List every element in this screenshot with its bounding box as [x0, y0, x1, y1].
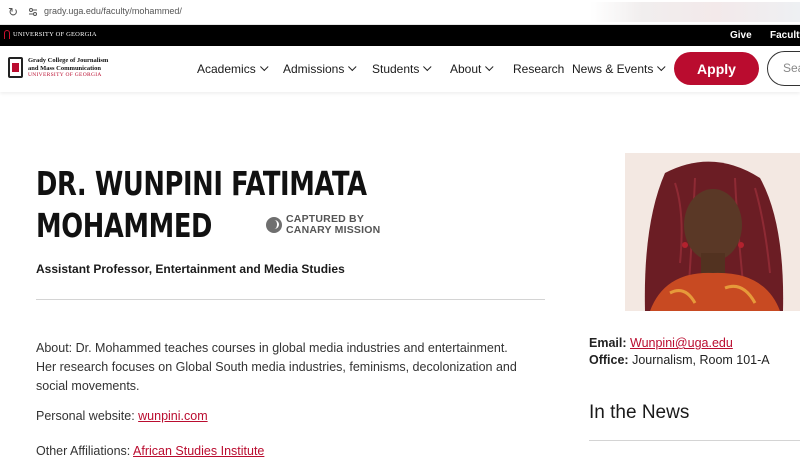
about-text: About: Dr. Mohammed teaches courses in g… [36, 341, 517, 393]
grady-logo[interactable]: Grady College of Journalism and Mass Com… [8, 57, 108, 80]
site-info-icon[interactable] [28, 7, 38, 17]
personal-website-row: Personal website: wunpini.com [36, 409, 208, 423]
chevron-down-icon [657, 62, 666, 72]
in-the-news-heading: In the News [589, 402, 690, 423]
uga-logo[interactable]: UNIVERSITY OF GEORGIA [4, 30, 97, 39]
chevron-down-icon [485, 62, 494, 72]
email-row: Email: Wunpini@uga.edu [589, 336, 733, 350]
reload-icon[interactable]: ↻ [8, 5, 18, 19]
uga-arch-icon [4, 30, 10, 39]
nav-admissions[interactable]: Admissions [283, 62, 357, 76]
personal-website-link[interactable]: wunpini.com [138, 409, 207, 423]
browser-address-bar: ↻ grady.uga.edu/faculty/mohammed/ [0, 0, 800, 25]
faculty-link[interactable]: Faculty [770, 30, 800, 41]
divider [589, 440, 800, 441]
nav-research[interactable]: Research [513, 62, 564, 76]
affiliation-link[interactable]: African Studies Institute [133, 444, 264, 458]
canary-mission-icon [266, 217, 282, 233]
grady-shield-icon [8, 57, 23, 78]
profile-photo [625, 153, 800, 311]
url-text[interactable]: grady.uga.edu/faculty/mohammed/ [44, 6, 182, 16]
nav-students[interactable]: Students [372, 62, 432, 76]
job-title: Assistant Professor, Entertainment and M… [36, 262, 345, 276]
blurred-extensions-area [590, 2, 800, 22]
university-bar: UNIVERSITY OF GEORGIA Give Faculty [0, 25, 800, 46]
give-link[interactable]: Give [730, 30, 752, 41]
office-row: Office: Journalism, Room 101-A [589, 353, 770, 367]
chevron-down-icon [423, 62, 432, 72]
canary-mission-badge: CAPTURED BY CANARY MISSION [266, 214, 380, 236]
chevron-down-icon [259, 62, 269, 72]
nav-news-events[interactable]: News & Events [572, 62, 666, 76]
office-location: Journalism, Room 101-A [632, 353, 770, 367]
nav-about[interactable]: About [450, 62, 494, 76]
chevron-down-icon [348, 62, 357, 72]
affiliations-row: Other Affiliations: African Studies Inst… [36, 444, 265, 458]
search-input[interactable]: Sea [767, 51, 800, 86]
uga-logo-text: UNIVERSITY OF GEORGIA [13, 31, 97, 38]
search-placeholder: Sea [783, 61, 800, 75]
nav-academics[interactable]: Academics [197, 62, 269, 76]
email-link[interactable]: Wunpini@uga.edu [630, 336, 733, 350]
apply-button[interactable]: Apply [674, 52, 759, 85]
divider [36, 299, 545, 300]
grady-logo-text: Grady College of Journalism and Mass Com… [28, 57, 109, 78]
